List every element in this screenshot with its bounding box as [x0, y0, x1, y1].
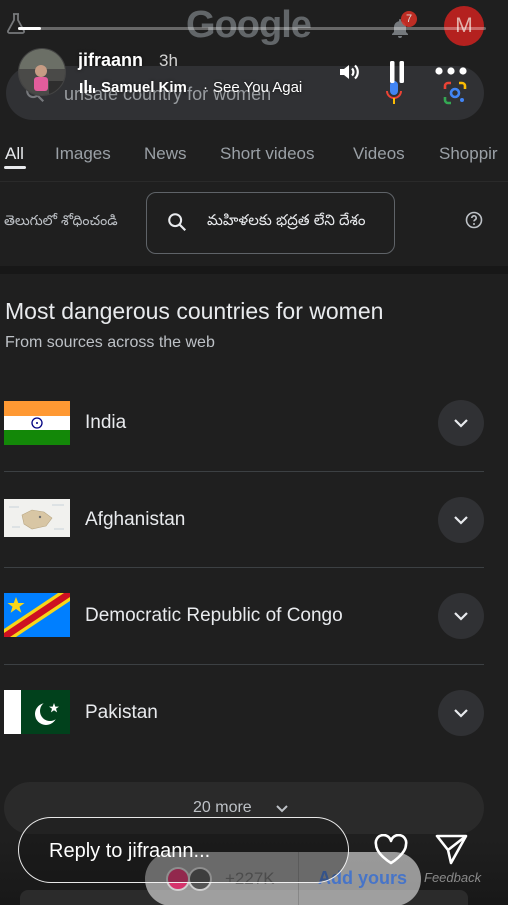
google-logo[interactable]: Google: [186, 4, 312, 47]
afghanistan-map-icon: [4, 499, 70, 537]
country-name: Pakistan: [85, 702, 158, 723]
show-more-label: 20 more: [193, 799, 252, 816]
chevron-down-icon: [454, 709, 468, 718]
tab-short-videos[interactable]: Short videos: [220, 144, 315, 164]
answer-title: Most dangerous countries for women: [5, 298, 384, 324]
story-user-avatar[interactable]: [18, 48, 66, 96]
google-lens-icon[interactable]: [442, 80, 468, 106]
story-timestamp: 3h: [159, 51, 178, 70]
account-avatar[interactable]: M: [444, 6, 484, 46]
music-bars-icon: [80, 80, 95, 93]
story-progress-fill: [18, 27, 42, 30]
expand-button[interactable]: [438, 593, 484, 639]
tabs-divider: [0, 181, 508, 182]
search-tabs: All Images News Short videos Videos Shop…: [0, 140, 508, 174]
avatar-photo: [19, 49, 65, 95]
help-icon[interactable]: [465, 211, 483, 229]
country-name: Afghanistan: [85, 509, 186, 530]
reply-placeholder: Reply to jifraann...: [49, 840, 211, 862]
music-artist[interactable]: Samuel Kim: [101, 79, 187, 96]
country-name: India: [85, 412, 127, 433]
volume-icon[interactable]: [337, 60, 361, 84]
telugu-search-label: తెలుగులో శోధించండి: [4, 212, 118, 228]
tab-all[interactable]: All: [5, 144, 24, 164]
more-options-icon[interactable]: [435, 65, 467, 77]
feedback-link[interactable]: Feedback: [424, 870, 481, 885]
country-row-pakistan[interactable]: Pakistan: [0, 665, 484, 761]
story-viewer: Google 7 M unsafe country for women All …: [0, 0, 508, 905]
expand-button[interactable]: [438, 690, 484, 736]
tab-videos[interactable]: Videos: [353, 144, 405, 164]
music-separator: ·: [203, 79, 208, 96]
labs-flask-icon[interactable]: [6, 12, 26, 34]
search-icon: [168, 213, 187, 232]
like-heart-icon[interactable]: [373, 834, 409, 866]
drc-flag-icon: [4, 593, 70, 637]
tab-shopping[interactable]: Shoppir: [439, 144, 498, 164]
chevron-down-icon: [454, 516, 468, 525]
chevron-down-icon: [454, 419, 468, 428]
music-song-title[interactable]: See You Agai: [213, 79, 315, 96]
pause-icon[interactable]: [389, 60, 405, 84]
chevron-down-icon: [276, 805, 288, 813]
story-username[interactable]: jifraann: [78, 50, 143, 71]
expand-button[interactable]: [438, 497, 484, 543]
section-separator: [0, 266, 508, 274]
country-row-india[interactable]: India: [0, 375, 484, 471]
tab-news[interactable]: News: [144, 144, 187, 164]
translated-query: మహిళలకు భద్రత లేని దేశం: [207, 212, 366, 229]
chevron-down-icon: [454, 612, 468, 621]
country-row-drc[interactable]: Democratic Republic of Congo: [0, 568, 484, 664]
india-flag-icon: [4, 401, 70, 445]
pakistan-flag-icon: [4, 690, 70, 734]
send-message-icon[interactable]: [434, 833, 469, 866]
country-row-afghanistan[interactable]: Afghanistan: [0, 472, 484, 568]
active-tab-indicator: [4, 166, 26, 169]
story-progress-bar: [18, 27, 486, 30]
expand-button[interactable]: [438, 400, 484, 446]
answer-subtitle: From sources across the web: [5, 334, 215, 351]
tab-images[interactable]: Images: [55, 144, 111, 164]
country-name: Democratic Republic of Congo: [85, 605, 343, 626]
notification-count-badge: 7: [401, 11, 417, 27]
